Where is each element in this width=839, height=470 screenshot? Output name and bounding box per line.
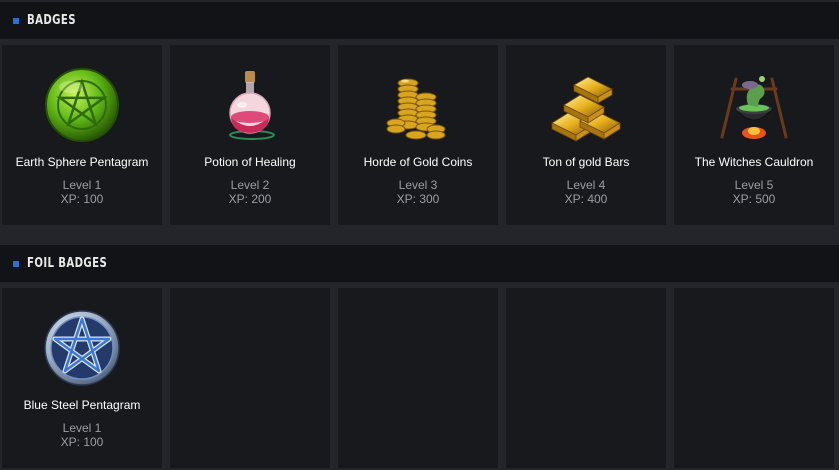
- badge-card[interactable]: Ton of gold Bars Level 4 XP: 400: [506, 45, 666, 225]
- badge-level: Level 3: [398, 178, 438, 192]
- badge-level: Level 2: [230, 178, 270, 192]
- section-title: FOIL BADGES: [27, 256, 108, 271]
- badges-section-header: BADGES: [0, 2, 839, 39]
- badge-xp: XP: 400: [564, 192, 608, 206]
- badge-name: Earth Sphere Pentagram: [15, 155, 149, 169]
- section-marker: [13, 17, 19, 24]
- section-marker: [13, 260, 19, 267]
- badge-name: Blue Steel Pentagram: [23, 398, 141, 412]
- badge-xp: XP: 300: [396, 192, 440, 206]
- badge-card[interactable]: Blue Steel Pentagram Level 1 XP: 100: [2, 288, 162, 468]
- potion-icon: [229, 71, 275, 140]
- cauldron-icon: [720, 76, 788, 139]
- badge-xp: XP: 200: [228, 192, 272, 206]
- empty-badge-slot: [506, 288, 666, 468]
- badge-card[interactable]: Earth Sphere Pentagram Level 1 XP: 100: [2, 45, 162, 225]
- gold-coins-icon: [386, 78, 446, 140]
- section-title: BADGES: [27, 13, 76, 28]
- badge-level: Level 4: [566, 178, 606, 192]
- badge-card[interactable]: Horde of Gold Coins Level 3 XP: 300: [338, 45, 498, 225]
- badge-name: Potion of Healing: [204, 155, 296, 169]
- foil-badges-row: Blue Steel Pentagram Level 1 XP: 100: [0, 288, 839, 468]
- badge-name: Horde of Gold Coins: [363, 155, 473, 169]
- badge-name: The Witches Cauldron: [694, 155, 814, 169]
- badge-card[interactable]: Potion of Healing Level 2 XP: 200: [170, 45, 330, 225]
- badge-card[interactable]: The Witches Cauldron Level 5 XP: 500: [674, 45, 834, 225]
- badge-name: Ton of gold Bars: [542, 155, 630, 169]
- empty-badge-slot: [170, 288, 330, 468]
- badge-level: Level 1: [62, 421, 102, 435]
- blue-steel-pentagram-icon: [44, 310, 120, 386]
- badges-row: Earth Sphere Pentagram Level 1 XP: 100 P…: [0, 45, 839, 225]
- badge-xp: XP: 100: [60, 435, 104, 449]
- earth-sphere-pentagram-icon: [45, 68, 119, 142]
- foil-badges-section-header: FOIL BADGES: [0, 245, 839, 282]
- empty-badge-slot: [674, 288, 834, 468]
- badge-xp: XP: 500: [732, 192, 776, 206]
- badge-level: Level 1: [62, 178, 102, 192]
- badge-xp: XP: 100: [60, 192, 104, 206]
- gold-bars-icon: [551, 76, 621, 142]
- empty-badge-slot: [338, 288, 498, 468]
- badge-level: Level 5: [734, 178, 774, 192]
